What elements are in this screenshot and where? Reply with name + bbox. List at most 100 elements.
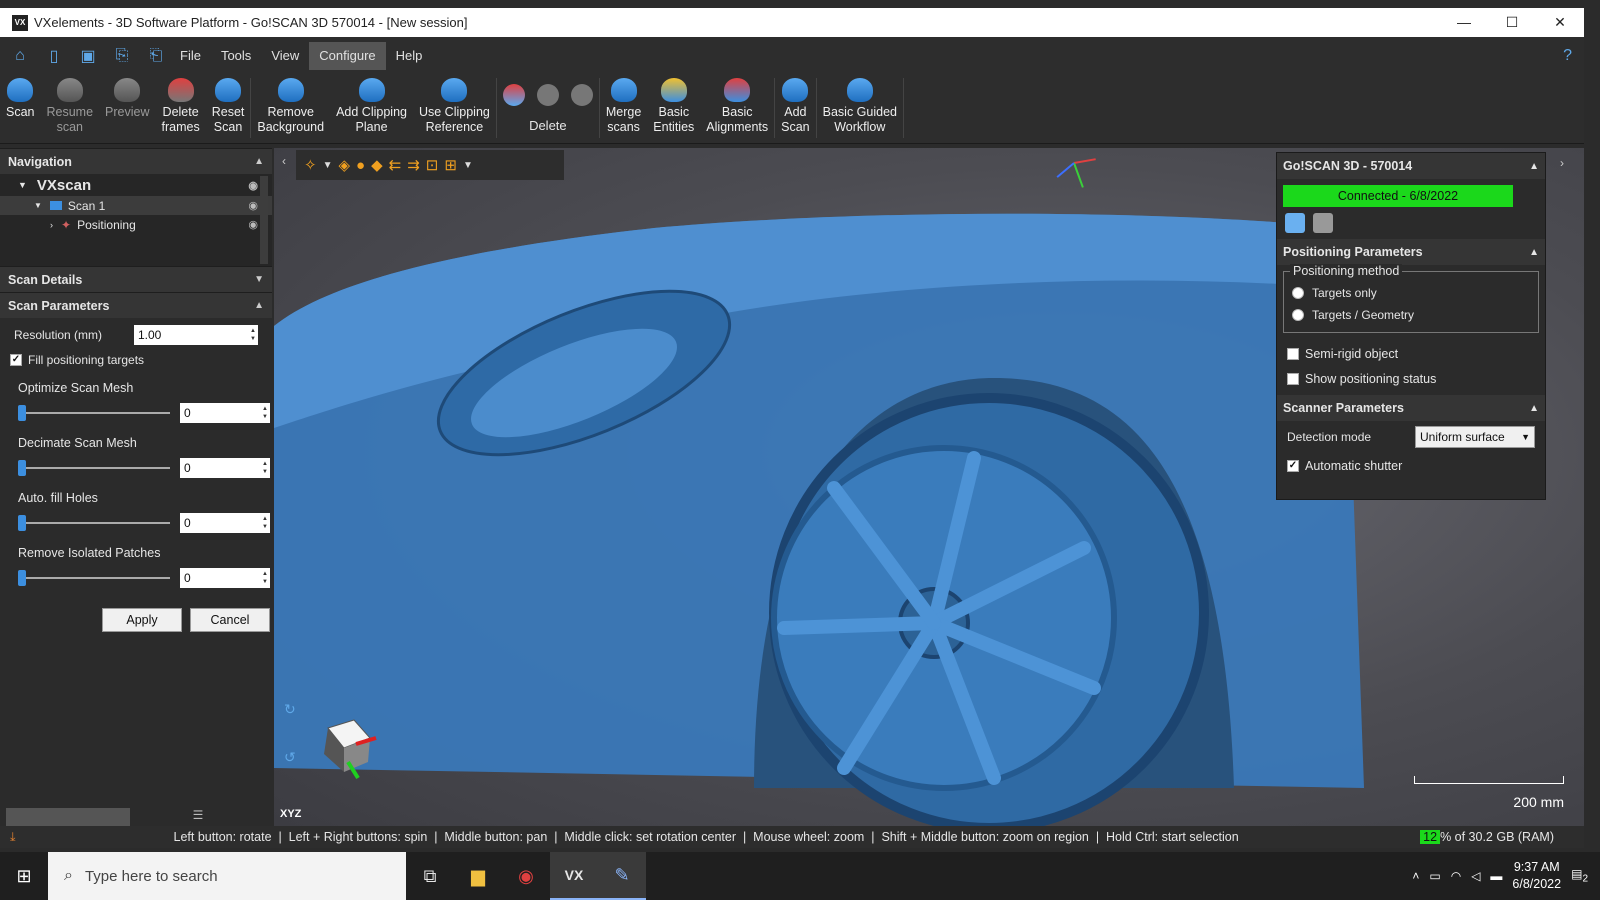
rotate-cw-icon[interactable]: ↺ xyxy=(284,749,296,766)
radio-targets-geometry[interactable]: Targets / Geometry xyxy=(1292,304,1530,326)
reset-scan-button[interactable]: Reset Scan xyxy=(206,74,251,140)
add-scan-button[interactable]: Add Scan xyxy=(775,74,816,140)
chevron-down-icon[interactable]: ▼ xyxy=(323,160,333,171)
fill-holes-slider[interactable] xyxy=(18,515,170,531)
menu-file[interactable]: File xyxy=(170,42,211,70)
remove-background-button[interactable]: Remove Background xyxy=(251,74,330,140)
remove-patches-slider[interactable] xyxy=(18,570,170,586)
chevron-right-icon[interactable]: › xyxy=(1560,156,1564,170)
spin-arrows-icon[interactable]: ▲ ▼ xyxy=(262,570,268,586)
navigation-scrollbar[interactable] xyxy=(260,176,268,264)
volume-icon[interactable]: ◁ xyxy=(1471,869,1480,883)
preview-button[interactable]: Preview xyxy=(99,74,155,140)
delete-sphere-icon[interactable] xyxy=(570,84,593,106)
detection-mode-select[interactable]: Uniform surface ▼ xyxy=(1415,426,1535,448)
maximize-button[interactable]: ☐ xyxy=(1488,14,1536,31)
rotate-ccw-icon[interactable]: ↻ xyxy=(284,701,296,718)
chevron-left-icon[interactable]: ‹ xyxy=(282,154,286,168)
navigation-header[interactable]: Navigation ▲ xyxy=(0,148,272,174)
scan-details-header[interactable]: Scan Details ▼ xyxy=(0,266,272,292)
wifi-icon[interactable]: ◠ xyxy=(1451,869,1461,883)
align-left-icon[interactable]: ⇇ xyxy=(389,156,402,174)
delete-brush-icon[interactable] xyxy=(536,84,559,106)
positioning-parameters-header[interactable]: Positioning Parameters ▲ xyxy=(1277,239,1545,265)
slider-thumb[interactable] xyxy=(18,570,26,586)
use-clipping-reference-button[interactable]: Use Clipping Reference xyxy=(413,74,496,140)
export-icon[interactable]: ⎗ xyxy=(142,42,170,70)
merge-scans-button[interactable]: Merge scans xyxy=(600,74,647,140)
close-button[interactable]: ✕ xyxy=(1536,14,1584,31)
list-view-icon[interactable]: ☰ xyxy=(130,808,266,826)
layers-icon[interactable]: ◈ xyxy=(338,156,350,174)
add-clipping-plane-button[interactable]: Add Clipping Plane xyxy=(330,74,413,140)
device-header[interactable]: Go!SCAN 3D - 570014 ▲ xyxy=(1277,153,1545,179)
visibility-eye-icon[interactable]: ◉ xyxy=(248,179,258,192)
scanner-parameters-header[interactable]: Scanner Parameters ▲ xyxy=(1277,395,1545,421)
battery-icon[interactable]: ▬ xyxy=(1490,869,1502,883)
visibility-eye-icon[interactable]: ◉ xyxy=(248,199,258,212)
slider-thumb[interactable] xyxy=(18,460,26,476)
windows-start-icon[interactable]: ⊞ xyxy=(0,866,48,887)
radio-targets-only[interactable]: Targets only xyxy=(1292,282,1530,304)
radio-button[interactable] xyxy=(1292,287,1304,299)
chevron-down-icon[interactable]: ▼ xyxy=(463,160,473,171)
fill-holes-input[interactable]: 0 ▲ ▼ xyxy=(180,513,270,533)
home-icon[interactable]: ⌂ xyxy=(6,42,34,70)
optimize-slider[interactable] xyxy=(18,405,170,421)
collapse-up-icon[interactable]: ▲ xyxy=(254,300,264,311)
task-view-icon[interactable]: ⧉ xyxy=(406,852,454,900)
menu-view[interactable]: View xyxy=(261,42,309,70)
resume-scan-button[interactable]: Resume scan xyxy=(41,74,100,140)
collapse-up-icon[interactable]: ▲ xyxy=(254,156,264,167)
device-icon[interactable]: ▭ xyxy=(1429,869,1440,883)
tree-item-vxscan[interactable]: ▼ VXscan ◉ xyxy=(0,174,272,196)
visibility-eye-icon[interactable]: ◉ xyxy=(248,218,258,231)
decimate-slider[interactable] xyxy=(18,460,170,476)
paint-taskbar-icon[interactable]: ✎ xyxy=(598,852,646,900)
sphere-icon[interactable]: ● xyxy=(356,157,365,174)
apply-button[interactable]: Apply xyxy=(102,608,182,632)
scanner-device-icon[interactable] xyxy=(1313,213,1333,233)
chrome-icon[interactable]: ◉ xyxy=(502,852,550,900)
expand-arrow-icon[interactable]: ▼ xyxy=(18,180,27,190)
save-icon[interactable]: ▣ xyxy=(74,42,102,70)
taskbar-search-input[interactable]: ⌕ Type here to search xyxy=(48,852,406,900)
file-explorer-icon[interactable]: ▆ xyxy=(454,852,502,900)
view-cube-icon[interactable] xyxy=(314,714,380,780)
chevron-up-icon[interactable]: ˄ xyxy=(1412,869,1419,883)
cancel-button[interactable]: Cancel xyxy=(190,608,270,632)
import-icon[interactable]: ⎘ xyxy=(108,42,136,70)
collapse-up-icon[interactable]: ▲ xyxy=(1529,161,1539,172)
spin-arrows-icon[interactable]: ▲ ▼ xyxy=(262,460,268,476)
optimize-input[interactable]: 0 ▲ ▼ xyxy=(180,403,270,423)
fit-view-icon[interactable]: ⊡ xyxy=(426,156,439,174)
help-icon[interactable]: ? xyxy=(1563,47,1572,65)
expand-down-icon[interactable]: ▼ xyxy=(254,274,264,285)
basic-entities-button[interactable]: Basic Entities xyxy=(647,74,700,140)
remove-patches-input[interactable]: 0 ▲ ▼ xyxy=(180,568,270,588)
menu-tools[interactable]: Tools xyxy=(211,42,261,70)
notifications-icon[interactable]: ▤2 xyxy=(1571,867,1588,884)
auto-shutter-checkbox[interactable]: ✓ xyxy=(1287,459,1299,472)
scan-button[interactable]: Scan xyxy=(0,74,41,140)
fill-targets-checkbox[interactable]: ✓ xyxy=(10,353,22,366)
collapse-up-icon[interactable]: ▲ xyxy=(1529,403,1539,414)
slider-thumb[interactable] xyxy=(18,405,26,421)
tree-item-positioning[interactable]: › ✦ Positioning ◉ xyxy=(0,215,272,234)
basic-guided-workflow-button[interactable]: Basic Guided Workflow xyxy=(817,74,903,140)
expand-arrow-icon[interactable]: › xyxy=(50,220,53,230)
scan-parameters-header[interactable]: Scan Parameters ▲ xyxy=(0,292,272,318)
taskbar-clock[interactable]: 9:37 AM 6/8/2022 xyxy=(1512,859,1561,893)
tree-view-tab[interactable] xyxy=(6,808,130,826)
delete-selection-icon[interactable] xyxy=(502,84,525,106)
align-right-icon[interactable]: ⇉ xyxy=(407,156,420,174)
new-file-icon[interactable]: ▯ xyxy=(40,42,68,70)
resolution-input[interactable]: 1.00 ▲ ▼ xyxy=(134,324,258,345)
delete-frames-button[interactable]: Delete frames xyxy=(156,74,206,140)
minimize-button[interactable]: — xyxy=(1440,14,1488,31)
slider-thumb[interactable] xyxy=(18,515,26,531)
menu-configure[interactable]: Configure xyxy=(309,41,386,70)
spin-arrows-icon[interactable]: ▲ ▼ xyxy=(250,327,256,343)
expand-arrow-icon[interactable]: ▼ xyxy=(34,201,42,210)
vxelements-taskbar-icon[interactable]: VX xyxy=(550,852,598,900)
